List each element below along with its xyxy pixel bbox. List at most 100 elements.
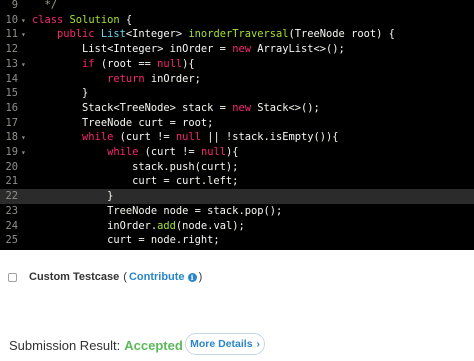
code-text: TreeNode node = stack.pop(); — [32, 204, 282, 219]
code-line[interactable]: 11 ▾ public List<Integer> inorderTraversa… — [0, 27, 474, 42]
code-text: stack.push(curt); — [32, 160, 238, 175]
code-token: inOrder; — [150, 72, 201, 85]
code-token: List<Integer> inOrder = — [32, 43, 233, 56]
submission-status: Accepted — [124, 337, 183, 353]
code-text: } — [32, 248, 88, 250]
code-line[interactable]: 19 ▾ while (curt != null){ — [0, 145, 474, 160]
line-number: 19 — [5, 146, 18, 158]
code-line[interactable]: 10 ▾ class Solution { — [0, 13, 474, 28]
code-token: stack.push(curt); — [32, 160, 239, 173]
line-number: 9 — [11, 0, 18, 11]
code-token: <Integer> — [125, 28, 189, 41]
line-number: 20 — [5, 160, 18, 173]
code-text: } — [32, 189, 113, 204]
code-token: while — [107, 146, 145, 158]
paren-close: ) — [198, 271, 203, 283]
code-line[interactable]: 13 ▾ if (root == null){ — [0, 57, 474, 72]
custom-testcase-checkbox[interactable] — [8, 272, 17, 282]
fold-arrow-icon[interactable]: ▾ — [18, 146, 32, 161]
line-number: 10 — [5, 13, 18, 26]
code-text: class Solution { — [32, 13, 132, 28]
code-line[interactable]: 9 */ — [0, 0, 474, 13]
code-text: inOrder.add(node.val); — [32, 219, 245, 234]
code-text: TreeNode curt = root; — [32, 116, 213, 131]
code-token: ){ — [182, 57, 195, 70]
more-details-label: More Details — [190, 338, 253, 350]
code-line[interactable]: 15 } — [0, 86, 474, 101]
code-line[interactable]: 26 } — [0, 248, 474, 250]
fold-arrow-icon[interactable]: ▾ — [18, 131, 32, 146]
code-token: inOrder. — [32, 219, 158, 232]
code-line[interactable]: 17 TreeNode curt = root; — [0, 116, 474, 131]
paren-open: ( — [123, 271, 127, 283]
more-details-button[interactable]: More Details › — [185, 333, 265, 355]
custom-testcase-label[interactable]: Custom Testcase — [29, 271, 119, 283]
code-token: curt = curt.left; — [32, 175, 239, 188]
code-text: curt = node.right; — [32, 233, 220, 248]
code-line[interactable]: 14 return inOrder; — [0, 72, 474, 87]
code-line[interactable]: 22 } — [0, 189, 474, 204]
code-token: List — [100, 28, 126, 41]
code-token: new — [232, 101, 258, 114]
code-text: return inOrder; — [32, 72, 201, 87]
code-token: null — [175, 131, 208, 144]
line-number: 22 — [5, 190, 18, 203]
code-token: || !stack.isEmpty()){ — [207, 131, 339, 144]
line-number: 11 — [5, 28, 18, 41]
code-token: new — [232, 43, 258, 56]
code-token: Stack<>(); — [257, 101, 320, 114]
code-text: while (curt != null){ — [32, 145, 238, 160]
line-number: 24 — [5, 219, 18, 232]
code-line[interactable]: 24 inOrder.add(node.val); — [0, 219, 474, 234]
code-token: null — [200, 146, 226, 158]
code-token: Solution — [69, 13, 120, 26]
line-number: 18 — [5, 131, 18, 144]
code-token: (root == — [100, 57, 158, 70]
code-token: null — [157, 57, 183, 70]
code-line[interactable]: 16 Stack<TreeNode> stack = new Stack<>()… — [0, 101, 474, 116]
code-token: while — [82, 131, 120, 144]
contribute-link[interactable]: Contribute — [129, 271, 185, 283]
line-number: 15 — [5, 87, 18, 100]
code-line[interactable]: 20 stack.push(curt); — [0, 160, 474, 175]
line-number: 17 — [5, 116, 18, 129]
code-token: class — [32, 13, 70, 26]
code-token: curt = node.right; — [32, 234, 220, 247]
line-number: 21 — [5, 175, 18, 188]
line-number: 14 — [5, 72, 18, 85]
code-text: public List<Integer> inorderTraversal(Tr… — [32, 27, 395, 42]
custom-testcase-row: Custom Testcase ( Contribute i ) — [8, 270, 202, 284]
line-number: 23 — [5, 204, 18, 217]
line-number: 12 — [5, 43, 18, 56]
code-token: TreeNode node = stack.pop(); — [32, 204, 283, 217]
code-line[interactable]: 25 curt = node.right; — [0, 233, 474, 248]
code-editor[interactable]: 9 */10 ▾ class Solution {11 ▾ public List<I… — [0, 0, 474, 250]
fold-arrow-icon[interactable]: ▾ — [18, 14, 32, 29]
code-token: (TreeNode root) { — [288, 28, 395, 41]
code-line[interactable]: 12 List<Integer> inOrder = new ArrayList… — [0, 42, 474, 57]
code-token: TreeNode curt = root; — [32, 116, 214, 129]
code-token: ArrayList<>(); — [257, 43, 345, 56]
info-icon[interactable]: i — [187, 272, 197, 282]
code-line[interactable]: 21 curt = curt.left; — [0, 174, 474, 189]
code-text: curt = curt.left; — [32, 174, 238, 189]
code-token: (node.val); — [175, 219, 245, 232]
code-text: Stack<TreeNode> stack = new Stack<>(); — [32, 101, 320, 116]
code-token: { — [119, 13, 133, 26]
code-line[interactable]: 18 ▾ while (curt != null || !stack.isEmpt… — [0, 130, 474, 145]
code-text: List<Integer> inOrder = new ArrayList<>(… — [32, 42, 345, 57]
code-line[interactable]: 23 TreeNode node = stack.pop(); — [0, 204, 474, 219]
line-number: 16 — [5, 101, 18, 114]
fold-arrow-icon[interactable]: ▾ — [18, 28, 32, 43]
code-token: (curt != — [144, 146, 201, 158]
fold-arrow-icon[interactable]: ▾ — [18, 58, 32, 73]
code-text: } — [32, 86, 88, 101]
line-number: 26 — [0, 248, 18, 250]
submission-result: Submission Result: Accepted ? — [9, 335, 198, 355]
line-number: 25 — [5, 234, 18, 247]
submission-result-label: Submission Result: — [9, 337, 121, 353]
